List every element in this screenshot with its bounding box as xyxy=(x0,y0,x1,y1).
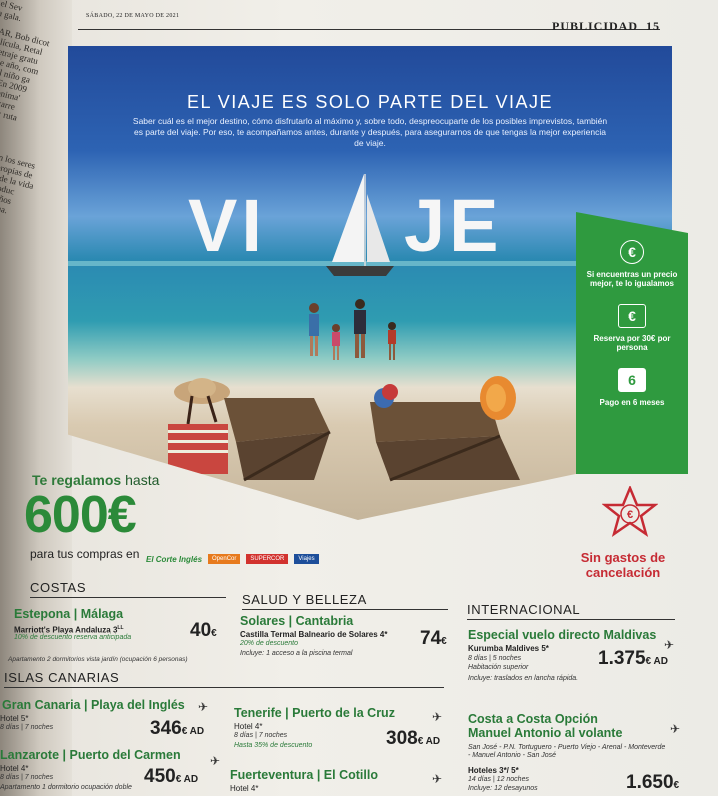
offer-gran-canaria-hotel: Hotel 5* xyxy=(0,714,29,723)
plane-icon: ✈ xyxy=(210,754,221,768)
offer-estepona-title: Estepona | Málaga xyxy=(14,607,124,621)
header-section: PUBLICIDAD 15 xyxy=(551,19,660,33)
section-internacional: INTERNACIONAL xyxy=(467,602,675,620)
offer-lanzarote-title: Lanzarote | Puerto del Carmen xyxy=(0,748,181,762)
family-in-water-illustration xyxy=(309,299,396,360)
offer-tenerife-discount: Hasta 35% de descuento xyxy=(234,742,313,749)
offer-fuerteventura-hotel: Hotel 4* xyxy=(230,784,259,793)
offer-lanzarote-hotel: Hotel 4* xyxy=(0,764,29,773)
offer-costa-include: Incluye: 12 desayunos xyxy=(468,785,538,792)
offer-lanzarote-nights: 8 días | 7 noches xyxy=(0,774,54,781)
hero-description: Saber cuál es el mejor destino, cómo dis… xyxy=(132,116,608,148)
benefit-item: € Si encuentras un precio mejor, te lo i… xyxy=(576,240,688,288)
offer-maldivas-title: Especial vuelo directo Maldivas xyxy=(468,628,657,642)
logo-opencor: OpenCor xyxy=(208,554,241,564)
plane-icon: ✈ xyxy=(432,710,443,724)
offer-solares-discount: 20% de descuento xyxy=(240,640,298,647)
calendar-icon: 6 xyxy=(618,368,646,392)
euro-coin-icon: € xyxy=(620,240,644,264)
offer-maldivas-hotel: Kurumba Maldives 5* xyxy=(468,644,549,653)
offer-maldivas-price: 1.375€ AD xyxy=(598,648,668,669)
offer-fuerteventura-title: Fuerteventura | El Cotillo xyxy=(230,768,378,782)
promo-amount: 600€ xyxy=(24,486,137,544)
offer-lanzarote-price: 450€ AD xyxy=(144,766,199,787)
benefit-text: Reserva por 30€ por persona xyxy=(593,334,671,352)
offer-gran-canaria-nights: 8 días | 7 noches xyxy=(0,724,54,731)
benefits-panel: € Si encuentras un precio mejor, te lo i… xyxy=(576,212,688,474)
offer-maldivas-note: Incluye: traslados en lancha rápida. xyxy=(468,675,579,682)
section-islas-canarias: ISLAS CANARIAS xyxy=(4,670,444,688)
hero-title: EL VIAJE ES SOLO PARTE DEL VIAJE xyxy=(186,92,554,112)
store-logos: El Corte Inglés OpenCor SUPERCOR Viajes xyxy=(146,552,319,566)
header-date: SÁBADO, 22 DE MAYO DE 2021 xyxy=(86,13,180,19)
beach-chair-left xyxy=(168,378,331,482)
gutter-text: n los serespropias des de la vidarroduca… xyxy=(0,152,37,216)
benefit-text: Si encuentras un precio mejor, te lo igu… xyxy=(586,270,678,288)
offer-costa-route: San José - P.N. Tortuguero - Puerto Viej… xyxy=(468,744,666,759)
logo-el-corte-ingles: El Corte Inglés xyxy=(146,554,203,564)
offer-solares-title: Solares | Cantabria xyxy=(240,614,354,628)
offer-tenerife-hotel: Hotel 4* xyxy=(234,722,263,731)
offer-estepona-note: Apartamento 2 dormitorios vista jardín (… xyxy=(8,656,188,663)
offer-costa-hotel: Hoteles 3*/ 5* xyxy=(468,766,519,775)
offer-solares-hotel: Castilla Termal Balneario de Solares 4* xyxy=(240,630,388,639)
plane-icon: ✈ xyxy=(432,772,443,786)
plane-icon: ✈ xyxy=(670,722,681,736)
logo-supercor: SUPERCOR xyxy=(246,554,289,564)
hero-word-right: JE xyxy=(404,184,503,267)
offer-costa-price: 1.650€ xyxy=(626,772,680,793)
svg-text:€: € xyxy=(627,509,633,521)
euro-card-icon: € xyxy=(618,304,646,328)
no-cancellation-fee: Sin gastos de cancelación xyxy=(580,550,666,580)
plane-icon: ✈ xyxy=(198,700,209,714)
offer-tenerife-price: 308€ AD xyxy=(386,728,441,749)
offer-lanzarote-note: Apartamento 1 dormitorio ocupación doble xyxy=(0,784,132,791)
page-header: SÁBADO, 22 DE MAYO DE 2021 PUBLICIDAD 15 xyxy=(78,11,660,33)
promo-purchase-text: para tus compras en xyxy=(30,547,140,561)
offer-maldivas-nights: 8 días | 5 noches xyxy=(468,655,522,662)
offer-gran-canaria-title: Gran Canaria | Playa del Inglés xyxy=(2,698,185,712)
offer-costa-title: Costa a Costa Opción Manuel Antonio al v… xyxy=(468,712,623,740)
offer-estepona-price: 40€ xyxy=(190,620,217,641)
offer-maldivas-room: Habitación superior xyxy=(468,664,529,671)
hero-word-left: VI xyxy=(188,184,266,267)
benefit-item: 6 Pago en 6 meses xyxy=(576,368,688,407)
offer-gran-canaria-price: 346€ AD xyxy=(150,718,205,739)
offer-costa-nights: 14 días | 12 noches xyxy=(468,776,529,783)
section-salud: SALUD Y BELLEZA xyxy=(242,592,448,610)
beach-chair-right xyxy=(370,376,520,482)
section-costas: COSTAS xyxy=(30,580,226,598)
sailboat-icon xyxy=(326,174,394,276)
offer-solares-price: 74€ xyxy=(420,628,447,649)
offer-solares-note: Incluye: 1 acceso a la piscina termal xyxy=(240,650,353,657)
newspaper-page: el Sev a gala. AR, Bob dicot elícula, Reta… xyxy=(0,0,718,796)
gutter-text: AR, Bob dicot elícula, Retal netraje gratu… xyxy=(0,26,51,123)
offer-tenerife-nights: 8 días | 7 noches xyxy=(234,732,288,739)
logo-viajes: Viajes xyxy=(294,554,319,564)
offer-estepona-discount: 10% de descuento reserva anticipada xyxy=(14,634,132,641)
offer-tenerife-title: Tenerife | Puerto de la Cruz xyxy=(234,706,395,720)
euro-star-icon: € xyxy=(602,486,658,537)
benefit-item: € Reserva por 30€ por persona xyxy=(576,304,688,352)
gutter-text: el Sev a gala. xyxy=(0,0,24,24)
benefit-text: Pago en 6 meses xyxy=(599,398,665,407)
